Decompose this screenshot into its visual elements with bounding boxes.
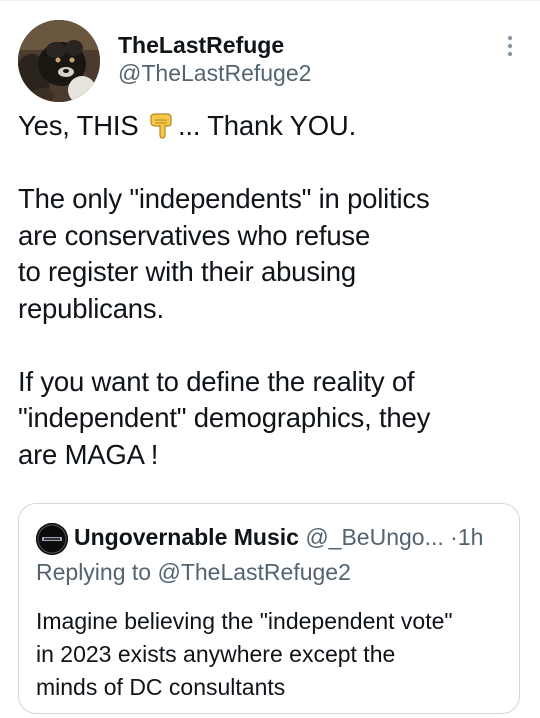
quoted-text: Imagine believing the "independent vote"…: [36, 605, 506, 704]
quoted-tweet-card[interactable]: Ungovernable Music @_BeUngo... ·1h Reply…: [18, 503, 520, 714]
dog-avatar-image: [18, 20, 100, 102]
quoted-timestamp[interactable]: 1h: [458, 524, 484, 550]
author-avatar[interactable]: [18, 20, 100, 102]
author-handle[interactable]: @TheLastRefuge2: [118, 59, 311, 87]
quoted-line: minds of DC consultants: [36, 674, 286, 700]
backhand-index-pointing-down-emoji: [150, 113, 172, 139]
tweet-line: republicans.: [18, 292, 164, 324]
tweet: TheLastRefuge @TheLastRefuge2 Yes, THIS …: [0, 0, 540, 718]
replying-to-prefix: Replying to: [36, 559, 158, 585]
quoted-line: Imagine believing the "independent vote": [36, 608, 453, 634]
separator-dot: ·: [450, 524, 458, 550]
divider: [0, 0, 540, 1]
quoted-author-avatar[interactable]: [36, 523, 68, 555]
quoted-header: Ungovernable Music @_BeUngo... ·1h: [74, 521, 483, 553]
author-header: TheLastRefuge @TheLastRefuge2: [118, 31, 311, 87]
quoted-line: in 2023 exists anywhere except the: [36, 641, 396, 667]
tweet-line-text: Yes, THIS: [18, 110, 146, 141]
tweet-line-text: ... Thank YOU.: [177, 110, 357, 141]
tweet-text: Yes, THIS ... Thank YOU. The only "indep…: [18, 108, 523, 473]
tweet-line: to register with their abusing: [18, 256, 356, 287]
quoted-handle[interactable]: @_BeUngo...: [305, 524, 443, 550]
author-display-name[interactable]: TheLastRefuge: [118, 31, 311, 59]
tweet-line: are MAGA !: [18, 438, 159, 470]
tweet-line: "independent" demographics, they: [18, 402, 431, 433]
tweet-line: If you want to define the reality of: [18, 365, 415, 397]
tweet-line: The only "independents" in politics: [18, 183, 430, 214]
tweet-line: are conservatives who refuse: [18, 219, 371, 251]
more-options-button[interactable]: [496, 32, 524, 60]
music-logo-icon: [36, 523, 68, 555]
replying-to: Replying to @TheLastRefuge2: [36, 556, 351, 588]
tweet-line: Yes, THIS ... Thank YOU.: [18, 108, 523, 145]
more-vertical-icon: [507, 35, 513, 57]
quoted-display-name[interactable]: Ungovernable Music: [74, 524, 299, 550]
replying-to-mention[interactable]: @TheLastRefuge2: [157, 559, 350, 585]
